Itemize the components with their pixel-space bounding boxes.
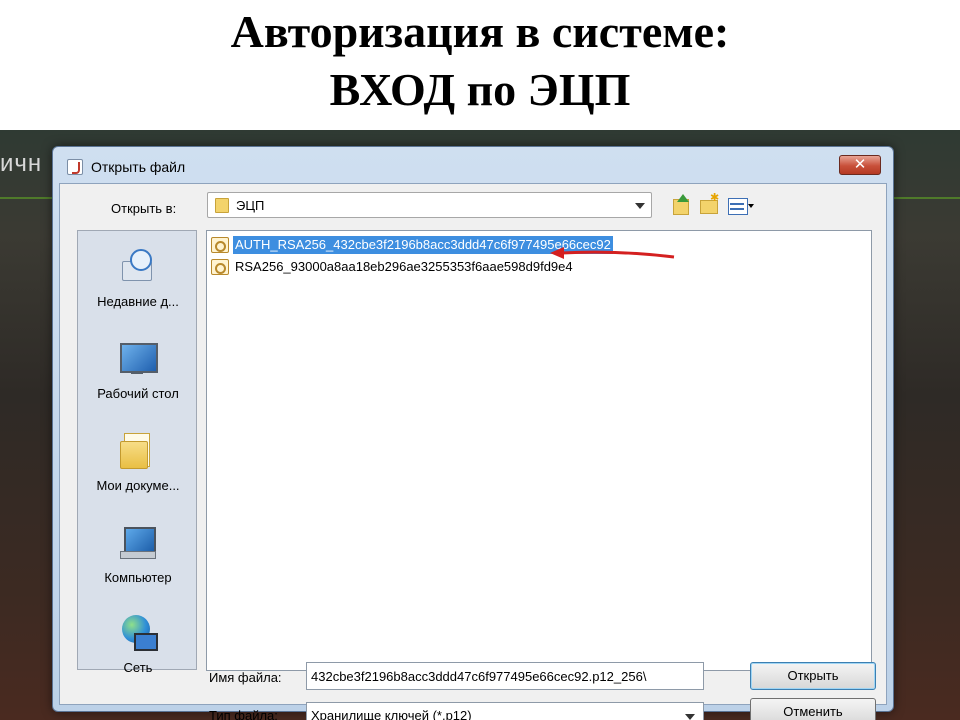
background-text: ичн <box>0 150 43 177</box>
slide-title-line1: Авторизация в системе: <box>230 6 730 57</box>
place-desktop[interactable]: Рабочий стол <box>78 333 198 421</box>
network-icon <box>120 615 158 651</box>
view-menu-icon[interactable] <box>726 194 754 216</box>
file-type-value: Хранилище ключей (*.p12) <box>311 708 472 720</box>
file-type-select[interactable]: Хранилище ключей (*.p12) <box>306 702 704 720</box>
file-name-value: \256_432cbe3f2196b8acc3ddd47c6f977495e66… <box>311 669 647 684</box>
open-button-label: Открыть <box>787 668 839 683</box>
place-label: Мои докуме... <box>96 478 180 493</box>
look-in-value: ЭЦП <box>236 198 265 213</box>
file-name-label: Имя файла: <box>209 670 282 685</box>
look-in-label: Открыть в: <box>111 201 177 216</box>
file-name-text: RSA256_93000a8aa18eb296ae3255353f6aae598… <box>235 259 573 274</box>
close-icon: ✕ <box>853 156 867 173</box>
my-documents-icon <box>120 433 154 469</box>
file-type-label: Тип файла: <box>209 708 278 720</box>
annotation-arrow <box>550 247 675 259</box>
certificate-file-icon <box>211 259 229 275</box>
recent-documents-icon <box>120 249 154 283</box>
desktop-icon <box>120 341 158 375</box>
place-label: Рабочий стол <box>97 386 179 401</box>
place-computer[interactable]: Компьютер <box>78 517 198 605</box>
slide-title-line2: ВХОД по ЭЦП <box>329 64 631 115</box>
file-list[interactable]: AUTH_RSA256_432cbe3f2196b8acc3ddd47c6f97… <box>206 230 872 671</box>
open-file-dialog: Открыть файл ✕ Открыть в: ЭЦП Недавние д… <box>52 146 894 720</box>
slide-title: Авторизация в системе: ВХОД по ЭЦП <box>0 4 960 118</box>
chevron-down-icon <box>685 714 695 720</box>
new-folder-icon[interactable] <box>698 191 720 216</box>
cancel-button-label: Отменить <box>783 704 843 719</box>
computer-icon <box>120 525 156 559</box>
dialog-body: Открыть в: ЭЦП Недавние д... Рабочий сто… <box>59 183 887 720</box>
place-network[interactable]: Сеть <box>78 607 198 695</box>
up-folder-icon[interactable] <box>670 194 692 216</box>
dialog-title: Открыть файл <box>91 159 186 175</box>
cancel-button[interactable]: Отменить <box>750 698 876 720</box>
close-button[interactable]: ✕ <box>839 155 881 175</box>
look-in-combo[interactable]: ЭЦП <box>207 192 652 218</box>
place-label: Сеть <box>123 660 153 675</box>
places-bar: Недавние д... Рабочий стол Мои докуме...… <box>77 230 198 675</box>
place-label: Недавние д... <box>97 294 179 309</box>
folder-icon <box>215 198 229 213</box>
place-label: Компьютер <box>104 570 172 585</box>
place-recent-documents[interactable]: Недавние д... <box>78 241 198 329</box>
chevron-down-icon <box>635 203 645 209</box>
certificate-file-icon <box>211 237 229 253</box>
java-app-icon <box>67 159 83 175</box>
place-my-documents[interactable]: Мои докуме... <box>78 425 198 513</box>
file-name-input[interactable]: \256_432cbe3f2196b8acc3ddd47c6f977495e66… <box>306 662 704 690</box>
dialog-titlebar[interactable]: Открыть файл ✕ <box>53 147 893 185</box>
open-button[interactable]: Открыть <box>750 662 876 690</box>
